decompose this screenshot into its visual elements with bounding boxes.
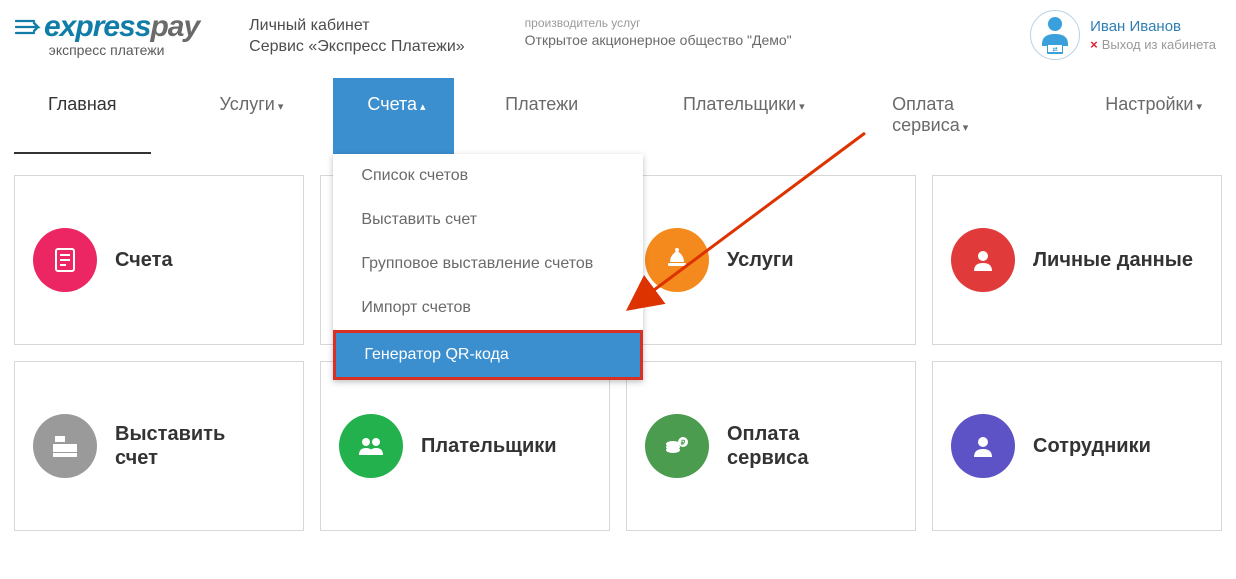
svg-text:₽: ₽ [681,439,686,447]
nav-settings[interactable]: Настройки▾ [1085,78,1222,154]
card-payers[interactable]: Плательщики [320,361,610,531]
logo-main: expresspay [14,10,199,44]
card-employees-label: Сотрудники [1033,434,1151,458]
logo[interactable]: expresspay экспресс платежи [14,10,199,58]
nav-payments[interactable]: Платежи [485,78,598,154]
invoice-icon [33,228,97,292]
cabinet-line1: Личный кабинет [249,16,465,37]
cash-register-icon [33,414,97,478]
avatar-icon: ⇄ [1037,14,1073,56]
money-icon: ₽ [645,414,709,478]
card-employees[interactable]: Сотрудники [932,361,1222,531]
avatar[interactable]: ⇄ [1030,10,1080,60]
logout-link[interactable]: × Выход из кабинета [1090,37,1216,52]
chevron-down-icon: ▾ [963,122,969,134]
cabinet-line2: Сервис «Экспресс Платежи» [249,37,465,58]
dropdown-import-invoices[interactable]: Импорт счетов [333,286,643,330]
payers-icon [339,414,403,478]
logo-subtitle: экспресс платежи [14,42,199,58]
svg-text:⇄: ⇄ [1053,45,1058,53]
nav-services[interactable]: Услуги▾ [200,78,304,154]
dropdown-qr-generator[interactable]: Генератор QR-кода [333,330,643,380]
chevron-down-icon: ▾ [1196,101,1202,113]
main-nav: Главная Услуги▾ Счета▴ Список счетов Выс… [0,78,1236,155]
nav-home[interactable]: Главная [14,78,151,154]
card-invoices-label: Счета [115,248,173,272]
nav-service-payment[interactable]: Оплата сервиса▾ [872,78,1025,154]
chevron-down-icon: ▾ [799,101,805,113]
provider-block: производитель услуг Открытое акционерное… [525,10,1030,48]
dropdown-create-invoice[interactable]: Выставить счет [333,198,643,242]
chevron-up-icon: ▴ [420,101,426,113]
cabinet-title-block: Личный кабинет Сервис «Экспресс Платежи» [249,10,465,58]
provider-name: Открытое акционерное общество "Демо" [525,32,1030,48]
close-icon: × [1090,37,1098,52]
card-payers-label: Плательщики [421,434,557,458]
card-service-payment[interactable]: ₽ Оплатасервиса [626,361,916,531]
employees-icon [951,414,1015,478]
dropdown-list-invoices[interactable]: Список счетов [333,154,643,198]
dropdown-group-invoices[interactable]: Групповое выставление счетов [333,242,643,286]
header: expresspay экспресс платежи Личный кабин… [0,0,1236,78]
nav-payers[interactable]: Плательщики▾ [663,78,825,154]
card-services-label: Услуги [727,248,794,272]
card-personal-data[interactable]: Личные данные [932,175,1222,345]
user-name-link[interactable]: Иван Иванов [1090,18,1216,35]
logout-label: Выход из кабинета [1102,37,1216,52]
card-create-invoice[interactable]: Выставитьсчет [14,361,304,531]
logo-text-pay: pay [150,10,199,43]
card-invoices[interactable]: Счета [14,175,304,345]
services-icon [645,228,709,292]
logo-arrow-icon [14,18,42,36]
logo-text-express: express [44,10,150,43]
card-create-invoice-label: Выставитьсчет [115,422,225,470]
card-service-payment-label: Оплатасервиса [727,422,809,470]
nav-invoices[interactable]: Счета▴ Список счетов Выставить счет Груп… [333,78,453,154]
invoices-dropdown: Список счетов Выставить счет Групповое в… [333,154,643,380]
card-services[interactable]: Услуги [626,175,916,345]
provider-label: производитель услуг [525,16,1030,30]
user-block: ⇄ Иван Иванов × Выход из кабинета [1030,10,1216,60]
person-icon [951,228,1015,292]
card-personal-label: Личные данные [1033,248,1193,272]
chevron-down-icon: ▾ [278,101,284,113]
